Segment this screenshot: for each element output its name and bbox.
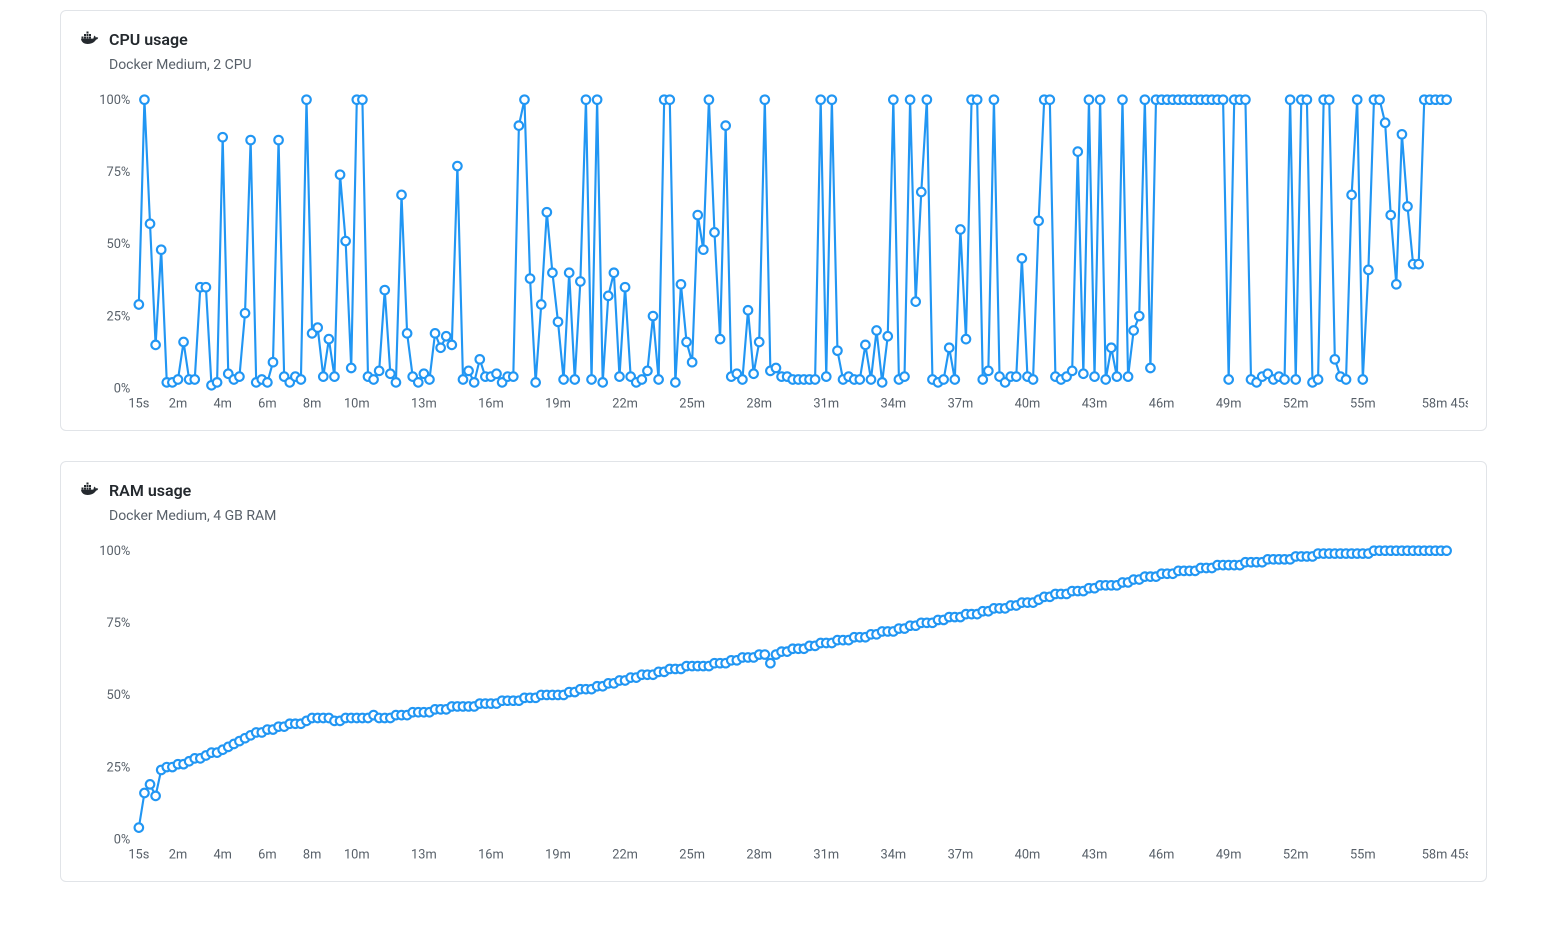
svg-text:58m 45s: 58m 45s (1422, 848, 1468, 863)
svg-text:75%: 75% (106, 165, 130, 180)
svg-text:52m: 52m (1283, 848, 1309, 863)
svg-text:6m: 6m (258, 848, 276, 863)
svg-text:46m: 46m (1149, 396, 1175, 411)
svg-text:22m: 22m (612, 396, 638, 411)
svg-text:8m: 8m (303, 848, 321, 863)
svg-text:10m: 10m (344, 848, 370, 863)
svg-text:100%: 100% (99, 544, 130, 559)
svg-text:46m: 46m (1149, 848, 1175, 863)
svg-text:37m: 37m (948, 848, 974, 863)
svg-text:4m: 4m (213, 396, 231, 411)
svg-text:6m: 6m (258, 396, 276, 411)
svg-text:25%: 25% (106, 309, 130, 324)
svg-text:52m: 52m (1283, 396, 1309, 411)
svg-text:75%: 75% (106, 616, 130, 631)
svg-text:13m: 13m (411, 848, 437, 863)
svg-text:8m: 8m (303, 396, 321, 411)
svg-text:50%: 50% (106, 688, 130, 703)
docker-icon (79, 480, 99, 500)
svg-text:13m: 13m (411, 396, 437, 411)
svg-text:34m: 34m (881, 848, 907, 863)
svg-text:25%: 25% (106, 761, 130, 776)
svg-text:50%: 50% (106, 237, 130, 252)
svg-text:16m: 16m (478, 396, 504, 411)
docker-icon (79, 29, 99, 49)
svg-text:55m: 55m (1350, 396, 1376, 411)
svg-text:28m: 28m (746, 848, 772, 863)
svg-text:15s: 15s (128, 848, 149, 863)
svg-text:31m: 31m (813, 848, 839, 863)
cpu-subtitle: Docker Medium, 2 CPU (109, 57, 1468, 73)
svg-text:34m: 34m (881, 396, 907, 411)
svg-text:0%: 0% (114, 381, 131, 396)
svg-text:19m: 19m (545, 848, 571, 863)
ram-card-header: RAM usage (79, 480, 1468, 500)
svg-text:22m: 22m (612, 848, 638, 863)
svg-text:49m: 49m (1216, 848, 1242, 863)
svg-text:49m: 49m (1216, 396, 1242, 411)
svg-text:58m 45s: 58m 45s (1422, 396, 1468, 411)
svg-text:28m: 28m (746, 396, 772, 411)
svg-text:16m: 16m (478, 848, 504, 863)
svg-text:0%: 0% (114, 833, 131, 848)
svg-text:2m: 2m (169, 848, 187, 863)
cpu-usage-card: CPU usage Docker Medium, 2 CPU 0% 25% 50% 7… (60, 10, 1487, 431)
svg-text:25m: 25m (679, 396, 705, 411)
cpu-usage-chart: 0% 25% 50% 75% 100% 15s 2m 4m 6m 8m 10m 13m 16m 19m 22… (79, 89, 1468, 420)
svg-text:55m: 55m (1350, 848, 1376, 863)
svg-text:100%: 100% (99, 93, 130, 108)
svg-text:10m: 10m (344, 396, 370, 411)
svg-text:25m: 25m (679, 848, 705, 863)
svg-text:2m: 2m (169, 396, 187, 411)
svg-text:19m: 19m (545, 396, 571, 411)
ram-subtitle: Docker Medium, 4 GB RAM (109, 508, 1468, 524)
ram-usage-card: RAM usage Docker Medium, 4 GB RAM 0% 25% 5… (60, 461, 1487, 882)
svg-text:43m: 43m (1082, 848, 1108, 863)
svg-text:15s: 15s (128, 396, 149, 411)
svg-text:40m: 40m (1015, 848, 1041, 863)
svg-text:37m: 37m (948, 396, 974, 411)
cpu-title: CPU usage (109, 30, 188, 49)
svg-text:31m: 31m (813, 396, 839, 411)
svg-text:40m: 40m (1015, 396, 1041, 411)
cpu-card-header: CPU usage (79, 29, 1468, 49)
svg-text:43m: 43m (1082, 396, 1108, 411)
ram-usage-chart: 0% 25% 50% 75% 100% 15s 2m 4m 6m 8m 10m 13m 16m 19m 22… (79, 540, 1468, 871)
svg-text:4m: 4m (213, 848, 231, 863)
ram-title: RAM usage (109, 481, 191, 500)
